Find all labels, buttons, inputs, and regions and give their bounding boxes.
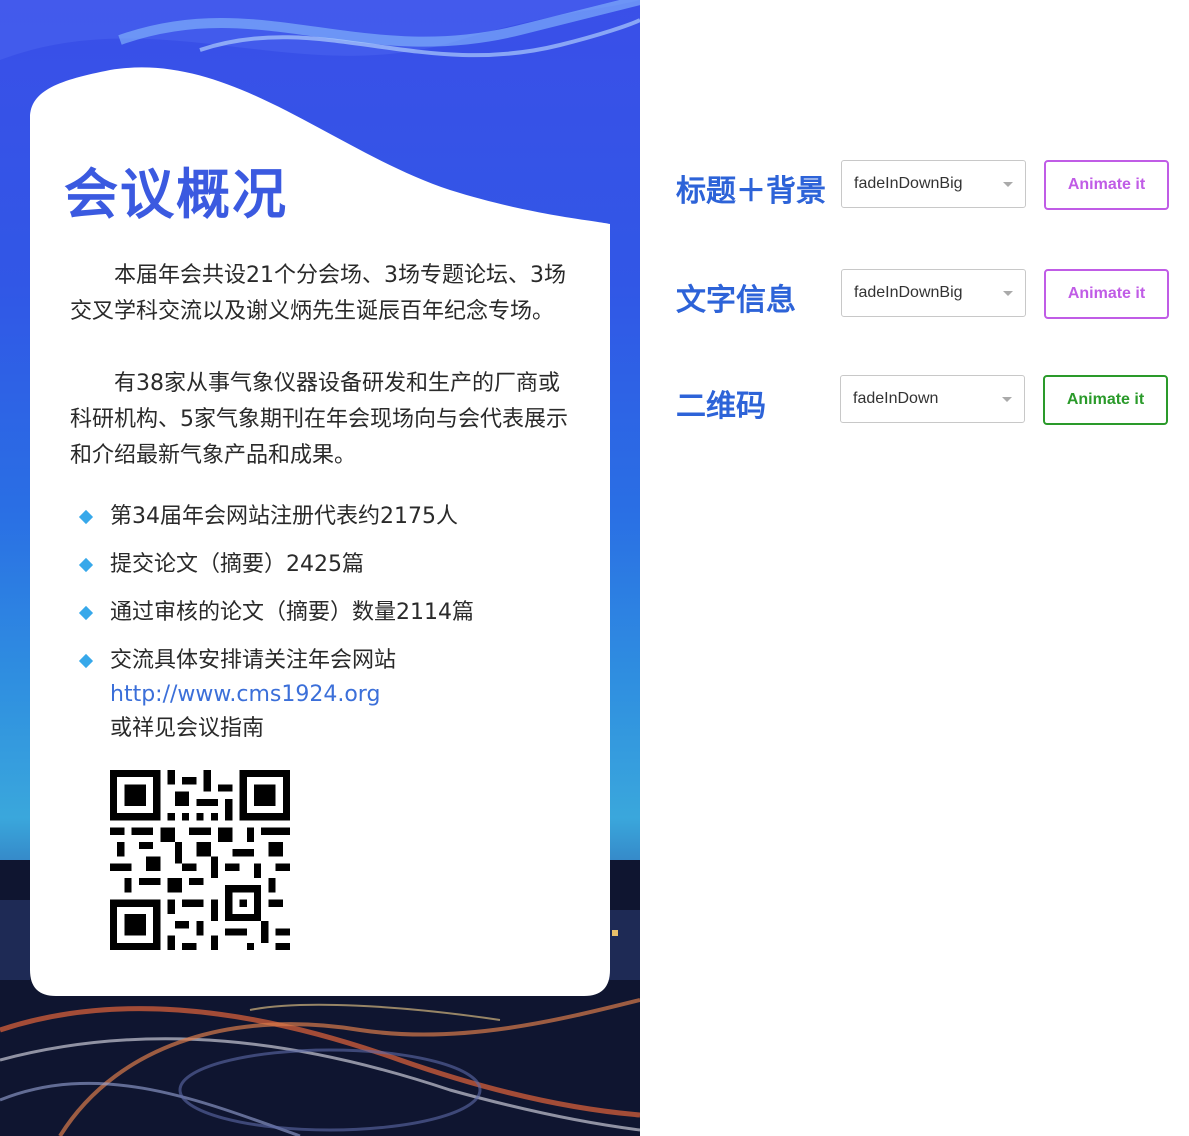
diamond-icon: [78, 557, 94, 573]
stats-list: 第34届年会网站注册代表约2175人 提交论文（摘要）2425篇 通过审核的论文…: [78, 500, 598, 760]
chevron-down-icon: [1003, 182, 1013, 187]
qr-code: [110, 770, 290, 950]
diamond-icon: [78, 509, 94, 525]
chevron-down-icon: [1003, 291, 1013, 296]
info-card: 会议概况 本届年会共设21个分会场、3场专题论坛、3场交叉学科交流以及谢义炳先生…: [30, 0, 610, 996]
animation-select[interactable]: fadeInDown: [840, 375, 1025, 423]
animate-button[interactable]: Animate it: [1043, 375, 1168, 425]
list-item: 提交论文（摘要）2425篇: [78, 548, 598, 582]
list-item: 通过审核的论文（摘要）数量2114篇: [78, 596, 598, 630]
animate-button[interactable]: Animate it: [1044, 269, 1169, 319]
diamond-icon: [78, 653, 94, 669]
control-row-title-background: 标题＋背景 fadeInDownBig Animate it: [676, 160, 1176, 210]
list-item: 交流具体安排请关注年会网站 http://www.cms1924.org 或祥见…: [78, 644, 598, 746]
poster-preview: 会议概况 本届年会共设21个分会场、3场专题论坛、3场交叉学科交流以及谢义炳先生…: [0, 0, 640, 1136]
row-label: 文字信息: [676, 283, 796, 318]
list-item: 第34届年会网站注册代表约2175人: [78, 500, 598, 534]
row-label: 二维码: [676, 389, 766, 424]
guide-note: 或祥见会议指南: [110, 716, 265, 741]
animation-select[interactable]: fadeInDownBig: [841, 269, 1026, 317]
control-row-text-info: 文字信息 fadeInDownBig Animate it: [676, 269, 1176, 319]
row-label: 标题＋背景: [676, 174, 826, 209]
chevron-down-icon: [1002, 397, 1012, 402]
diamond-icon: [78, 605, 94, 621]
website-link[interactable]: http://www.cms1924.org: [110, 678, 598, 712]
exhibitor-paragraph: 有38家从事气象仪器设备研发和生产的厂商或科研机构、5家气象期刊在年会现场向与会…: [70, 371, 568, 468]
animate-button[interactable]: Animate it: [1044, 160, 1169, 210]
intro-paragraph: 本届年会共设21个分会场、3场专题论坛、3场交叉学科交流以及谢义炳先生诞辰百年纪…: [70, 263, 566, 324]
animation-select[interactable]: fadeInDownBig: [841, 160, 1026, 208]
control-row-qr-code: 二维码 fadeInDown Animate it: [676, 375, 1176, 425]
poster-title: 会议概况: [64, 163, 288, 226]
